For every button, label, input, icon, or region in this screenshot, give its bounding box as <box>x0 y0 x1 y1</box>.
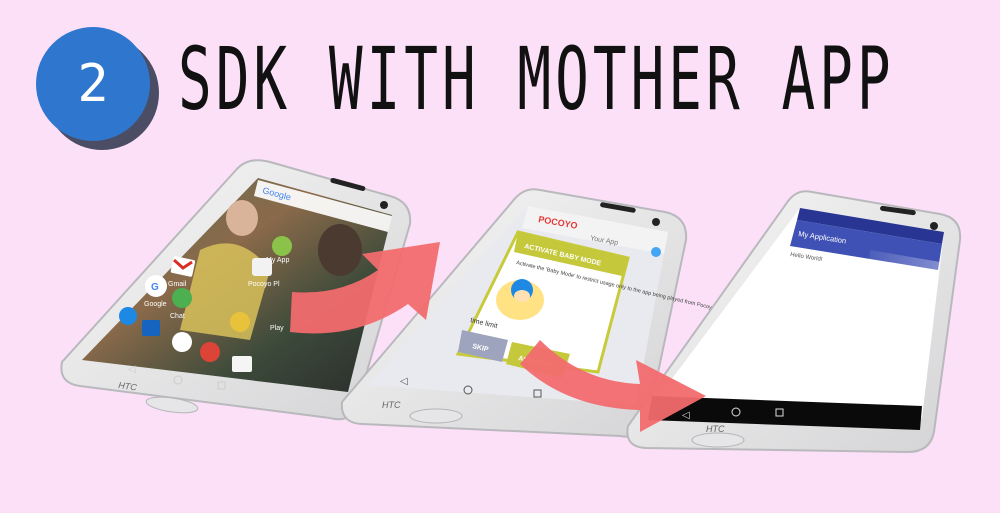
phone-3-camera <box>930 222 938 230</box>
messages-icon[interactable] <box>142 320 160 336</box>
app-label-chat: Chat <box>170 313 185 320</box>
app-label-gmail: Gmail <box>168 281 187 288</box>
back-icon[interactable]: ◁ <box>400 376 408 387</box>
phone-3-home-button <box>691 432 745 448</box>
phone-2-menu-icon[interactable] <box>651 247 661 257</box>
phone-2-camera <box>652 218 660 226</box>
app-label-play: Play <box>270 325 284 332</box>
photo-face-1 <box>226 200 258 236</box>
phone-3-brand: HTC <box>706 424 725 434</box>
phone-2-home-button <box>409 408 463 424</box>
app-label-pocoyo: Pocoyo Pl <box>248 281 280 288</box>
phones-illustration: Google Gmail My App G Google Chat Pocoyo… <box>60 159 962 454</box>
phone-2-brand: HTC <box>382 400 401 410</box>
back-icon[interactable]: ◁ <box>128 364 136 375</box>
app-google[interactable]: G Google <box>144 275 167 308</box>
chrome-icon[interactable] <box>200 342 220 362</box>
google-g: G <box>151 282 159 293</box>
pocoyo-face <box>514 290 530 302</box>
photos-icon[interactable] <box>232 356 252 372</box>
android-icon <box>272 236 292 256</box>
app-label-google: Google <box>144 301 167 308</box>
photo-face-2 <box>318 224 362 276</box>
phone-dialer-icon[interactable] <box>119 307 137 325</box>
phone-1-camera <box>380 201 388 209</box>
app-drawer-icon[interactable] <box>172 332 192 352</box>
pocoyo-icon <box>252 258 272 276</box>
play-icon <box>230 312 250 332</box>
back-icon[interactable]: ◁ <box>682 410 690 421</box>
chat-icon <box>172 288 192 308</box>
